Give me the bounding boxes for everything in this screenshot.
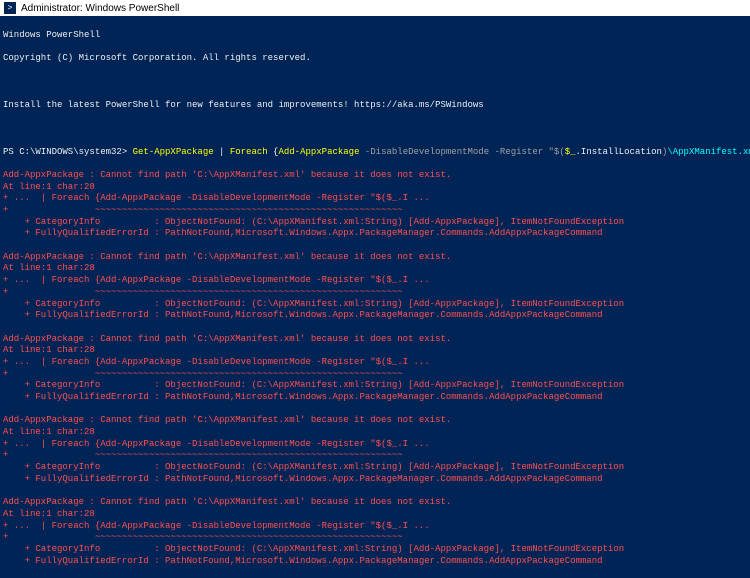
blank-line xyxy=(3,567,747,578)
error-category: + CategoryInfo : ObjectNotFound: (C:\App… xyxy=(3,217,747,229)
error-tilde: + ~~~~~~~~~~~~~~~~~~~~~~~~~~~~~~~~~~~~~~… xyxy=(3,532,747,544)
error-tilde: + ~~~~~~~~~~~~~~~~~~~~~~~~~~~~~~~~~~~~~~… xyxy=(3,369,747,381)
error-tilde: + ~~~~~~~~~~~~~~~~~~~~~~~~~~~~~~~~~~~~~~… xyxy=(3,287,747,299)
console-output[interactable]: Windows PowerShell Copyright (C) Microso… xyxy=(0,16,750,578)
blank-line xyxy=(3,76,747,88)
error-fqid: + FullyQualifiedErrorId : PathNotFound,M… xyxy=(3,474,747,486)
error-trace: + ... | Foreach {Add-AppxPackage -Disabl… xyxy=(3,275,747,287)
error-at: At line:1 char:28 xyxy=(3,263,747,275)
error-trace: + ... | Foreach {Add-AppxPackage -Disabl… xyxy=(3,357,747,369)
error-message: Add-AppxPackage : Cannot find path 'C:\A… xyxy=(3,252,747,264)
blank-line xyxy=(3,123,747,135)
header-line: Windows PowerShell xyxy=(3,30,747,42)
error-message: Add-AppxPackage : Cannot find path 'C:\A… xyxy=(3,415,747,427)
error-trace: + ... | Foreach {Add-AppxPackage -Disabl… xyxy=(3,521,747,533)
error-message: Add-AppxPackage : Cannot find path 'C:\A… xyxy=(3,497,747,509)
error-message: Add-AppxPackage : Cannot find path 'C:\A… xyxy=(3,334,747,346)
header-line: Install the latest PowerShell for new fe… xyxy=(3,100,747,112)
blank-line xyxy=(3,486,747,498)
error-category: + CategoryInfo : ObjectNotFound: (C:\App… xyxy=(3,544,747,556)
blank-line xyxy=(3,404,747,416)
error-fqid: + FullyQualifiedErrorId : PathNotFound,M… xyxy=(3,556,747,568)
error-tilde: + ~~~~~~~~~~~~~~~~~~~~~~~~~~~~~~~~~~~~~~… xyxy=(3,205,747,217)
blank-line xyxy=(3,322,747,334)
cmdlet: Get-AppXPackage xyxy=(133,147,214,157)
error-trace: + ... | Foreach {Add-AppxPackage -Disabl… xyxy=(3,439,747,451)
command-line: PS C:\WINDOWS\system32> Get-AppXPackage … xyxy=(3,147,747,159)
cmdlet: Add-AppxPackage xyxy=(278,147,359,157)
error-at: At line:1 char:28 xyxy=(3,427,747,439)
error-trace: + ... | Foreach {Add-AppxPackage -Disabl… xyxy=(3,193,747,205)
error-fqid: + FullyQualifiedErrorId : PathNotFound,M… xyxy=(3,392,747,404)
error-message: Add-AppxPackage : Cannot find path 'C:\A… xyxy=(3,170,747,182)
window-title: Administrator: Windows PowerShell xyxy=(21,2,179,15)
error-category: + CategoryInfo : ObjectNotFound: (C:\App… xyxy=(3,299,747,311)
error-fqid: + FullyQualifiedErrorId : PathNotFound,M… xyxy=(3,310,747,322)
error-at: At line:1 char:28 xyxy=(3,182,747,194)
error-fqid: + FullyQualifiedErrorId : PathNotFound,M… xyxy=(3,228,747,240)
error-output: Add-AppxPackage : Cannot find path 'C:\A… xyxy=(3,170,747,578)
error-at: At line:1 char:28 xyxy=(3,345,747,357)
error-tilde: + ~~~~~~~~~~~~~~~~~~~~~~~~~~~~~~~~~~~~~~… xyxy=(3,450,747,462)
prompt: PS C:\WINDOWS\system32> xyxy=(3,147,133,157)
header-line: Copyright (C) Microsoft Corporation. All… xyxy=(3,53,747,65)
window-titlebar[interactable]: > Administrator: Windows PowerShell xyxy=(0,0,750,16)
error-category: + CategoryInfo : ObjectNotFound: (C:\App… xyxy=(3,380,747,392)
cmdlet: Foreach xyxy=(230,147,268,157)
blank-line xyxy=(3,240,747,252)
error-at: At line:1 char:28 xyxy=(3,509,747,521)
error-category: + CategoryInfo : ObjectNotFound: (C:\App… xyxy=(3,462,747,474)
powershell-icon: > xyxy=(4,2,16,14)
